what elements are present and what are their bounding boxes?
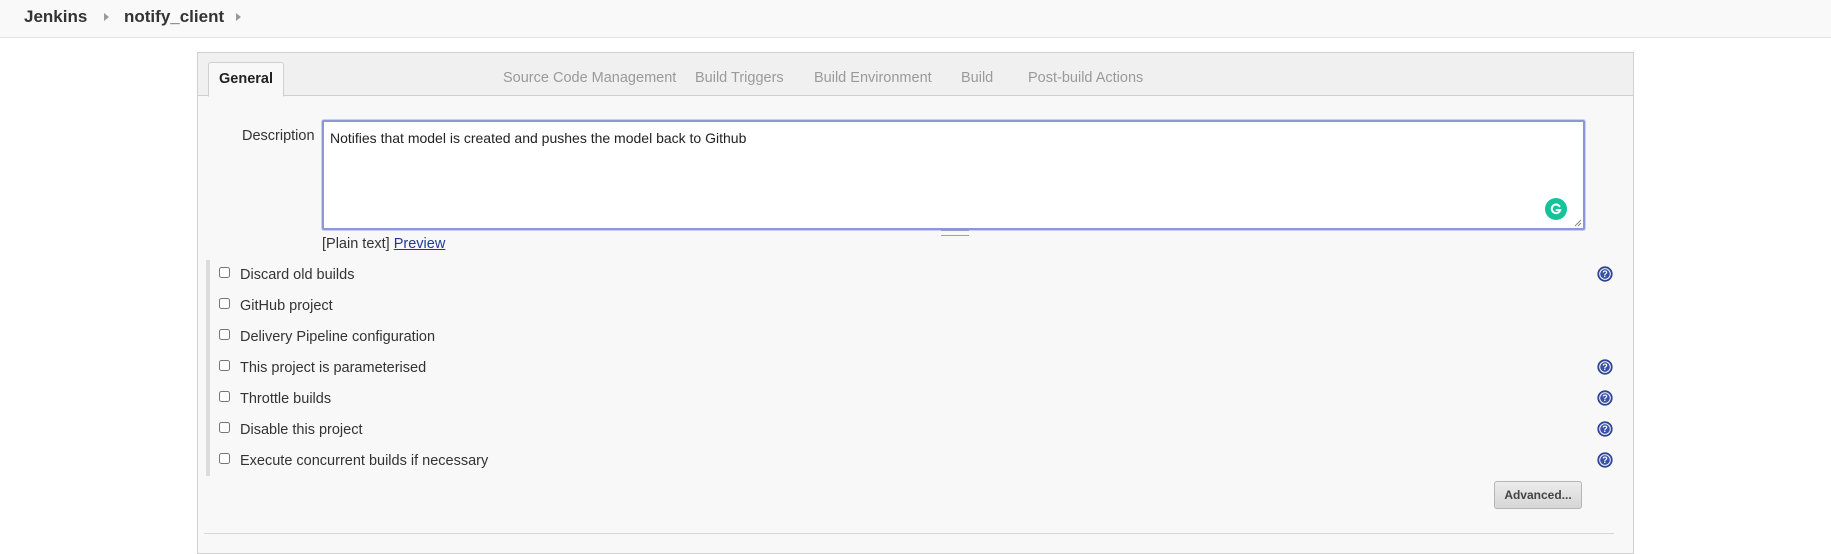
section-divider xyxy=(204,533,1614,534)
option-throttle-builds[interactable]: Throttle builds xyxy=(219,389,331,409)
delivery-pipeline-checkbox[interactable] xyxy=(219,328,230,340)
option-label: Disable this project xyxy=(240,422,363,438)
option-discard-old-builds[interactable]: Discard old builds xyxy=(219,265,354,285)
throttle-builds-checkbox[interactable] xyxy=(219,390,230,402)
option-label: This project is parameterised xyxy=(240,360,427,376)
description-format: [Plain text] Preview xyxy=(322,236,445,252)
svg-text:?: ? xyxy=(1602,393,1608,403)
description-textarea[interactable]: Notifies that model is created and pushe… xyxy=(322,120,1585,230)
svg-text:?: ? xyxy=(1602,455,1608,465)
tab-post-build-actions[interactable]: Post-build Actions xyxy=(1018,62,1153,96)
breadcrumb: Jenkins notify_client xyxy=(0,0,1831,38)
options-section-bar xyxy=(206,260,210,476)
description-label: Description xyxy=(242,128,315,144)
option-disable-project[interactable]: Disable this project xyxy=(219,420,363,440)
breadcrumb-jenkins[interactable]: Jenkins xyxy=(24,7,87,27)
option-label: Throttle builds xyxy=(240,391,332,407)
help-icon[interactable]: ? xyxy=(1597,266,1613,282)
github-project-checkbox[interactable] xyxy=(219,297,230,309)
tab-build-triggers[interactable]: Build Triggers xyxy=(685,62,794,96)
chevron-right-icon[interactable] xyxy=(104,13,109,21)
advanced-button[interactable]: Advanced... xyxy=(1494,481,1582,509)
config-panel: General Source Code Management Build Tri… xyxy=(197,52,1634,554)
parameterised-checkbox[interactable] xyxy=(219,359,230,371)
tab-source-code-management[interactable]: Source Code Management xyxy=(493,62,686,96)
tab-build[interactable]: Build xyxy=(951,62,1003,96)
preview-link[interactable]: Preview xyxy=(394,236,446,252)
config-tabbar: General Source Code Management Build Tri… xyxy=(198,53,1633,97)
grammarly-icon[interactable] xyxy=(1545,198,1567,220)
tab-build-environment[interactable]: Build Environment xyxy=(804,62,942,96)
svg-text:?: ? xyxy=(1602,362,1608,372)
option-label: GitHub project xyxy=(240,298,333,314)
breadcrumb-job[interactable]: notify_client xyxy=(124,7,224,27)
disable-project-checkbox[interactable] xyxy=(219,421,230,433)
option-delivery-pipeline[interactable]: Delivery Pipeline configuration xyxy=(219,327,435,347)
plain-text-label: [Plain text] xyxy=(322,236,390,252)
help-icon[interactable]: ? xyxy=(1597,390,1613,406)
help-icon[interactable]: ? xyxy=(1597,421,1613,437)
option-label: Execute concurrent builds if necessary xyxy=(240,453,489,469)
svg-text:?: ? xyxy=(1602,269,1608,279)
description-value[interactable]: Notifies that model is created and pushe… xyxy=(330,130,746,146)
tab-general[interactable]: General xyxy=(208,62,284,97)
option-concurrent-builds[interactable]: Execute concurrent builds if necessary xyxy=(219,451,488,471)
discard-old-builds-checkbox[interactable] xyxy=(219,266,230,278)
chevron-right-icon[interactable] xyxy=(236,13,241,21)
resize-grip-icon[interactable] xyxy=(1574,219,1582,227)
textarea-drag-handle[interactable] xyxy=(941,230,969,236)
concurrent-builds-checkbox[interactable] xyxy=(219,452,230,464)
option-label: Delivery Pipeline configuration xyxy=(240,329,436,345)
option-parameterised[interactable]: This project is parameterised xyxy=(219,358,426,378)
help-icon[interactable]: ? xyxy=(1597,452,1613,468)
svg-text:?: ? xyxy=(1602,424,1608,434)
help-icon[interactable]: ? xyxy=(1597,359,1613,375)
option-github-project[interactable]: GitHub project xyxy=(219,296,333,316)
option-label: Discard old builds xyxy=(240,267,355,283)
